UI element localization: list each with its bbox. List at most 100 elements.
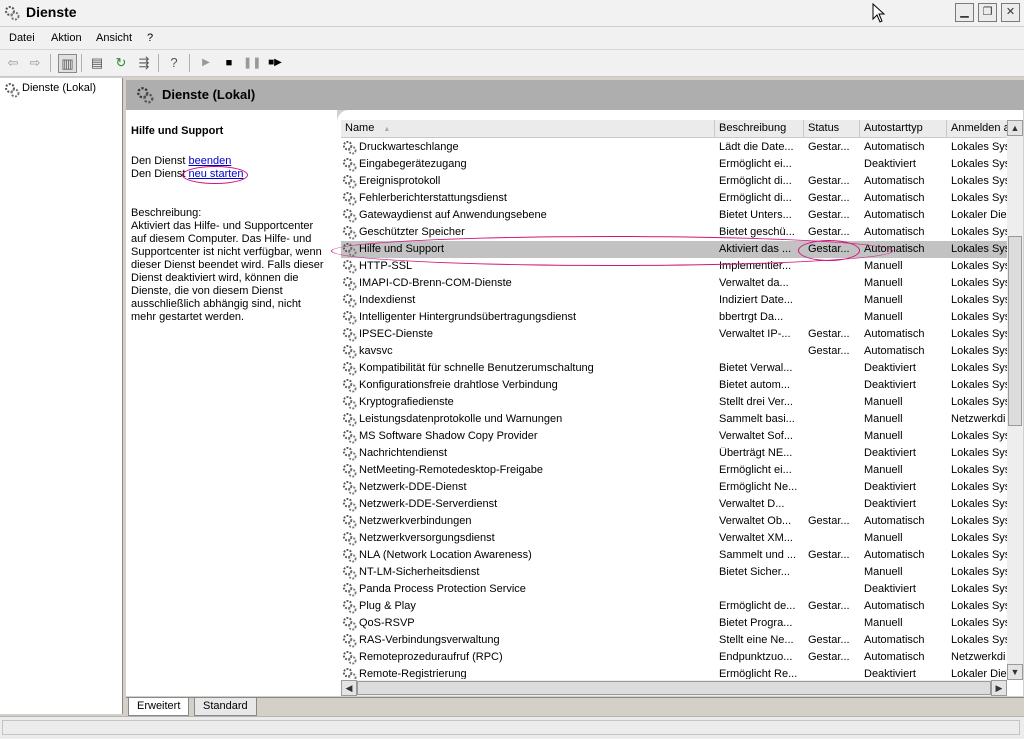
export-list-icon[interactable]: ⇶ — [135, 54, 153, 72]
table-row[interactable]: HTTP-SSL Implementier... Manuell Lokales Sy… — [341, 258, 1007, 275]
service-status: Gestar... — [808, 141, 850, 153]
service-startup-type: Automatisch — [864, 634, 925, 646]
table-row[interactable]: Remoteprozeduraufruf (RPC) Endpunktzuo...… — [341, 649, 1007, 666]
gear-icon — [342, 191, 357, 206]
menu-aktion[interactable]: Aktion — [51, 32, 82, 44]
horizontal-scrollbar[interactable]: ◀ ▶ — [341, 680, 1007, 696]
service-logon: Lokales Sys — [951, 141, 1007, 153]
column-header-logon[interactable]: Anmelden a — [947, 120, 1007, 137]
table-row[interactable]: Nachrichtendienst Überträgt NE... Deaktivi… — [341, 445, 1007, 462]
refresh-icon[interactable]: ↻ — [112, 54, 130, 72]
restart-icon[interactable]: ■▶ — [266, 54, 284, 72]
table-row[interactable]: kavsvc Gestar... Automatisch Lokales Sys — [341, 343, 1007, 360]
vertical-scrollbar[interactable]: ▲ ▼ — [1007, 120, 1023, 680]
menu-ansicht[interactable]: Ansicht — [96, 32, 132, 44]
restart-service-line: Den Dienst neu starten — [131, 168, 244, 180]
description-text: Aktiviert das Hilfe- und Supportcenter a… — [131, 220, 324, 323]
table-row[interactable]: MS Software Shadow Copy Provider Verwalte… — [341, 428, 1007, 445]
close-button[interactable]: ✕ — [1001, 3, 1020, 22]
stop-service-line: Den Dienst beenden — [131, 155, 231, 167]
tree-item-dienste-lokal[interactable]: Dienste (Lokal) — [22, 82, 96, 94]
restart-service-link[interactable]: neu starten — [188, 168, 243, 180]
scroll-right-arrow-icon[interactable]: ▶ — [991, 680, 1007, 696]
table-row[interactable]: Netzwerkverbindungen Verwaltet Ob... Gesta… — [341, 513, 1007, 530]
restore-button[interactable]: ❐ — [978, 3, 997, 22]
service-logon: Lokales Sys — [951, 634, 1007, 646]
pause-icon[interactable]: ❚❚ — [243, 54, 261, 72]
table-row[interactable]: IPSEC-Dienste Verwaltet IP-... Gestar... Au… — [341, 326, 1007, 343]
service-description: Ermöglicht ei... — [719, 464, 792, 476]
table-row[interactable]: Konfigurationsfreie drahtlose Verbindung… — [341, 377, 1007, 394]
table-row[interactable]: Ereignisprotokoll Ermöglicht di... Gestar.… — [341, 173, 1007, 190]
service-startup-type: Automatisch — [864, 192, 925, 204]
table-row[interactable]: NLA (Network Location Awareness) Sammelt … — [341, 547, 1007, 564]
service-startup-type: Automatisch — [864, 209, 925, 221]
table-row[interactable]: Kryptografiedienste Stellt drei Ver... Man… — [341, 394, 1007, 411]
table-row[interactable]: NetMeeting-Remotedesktop-Freigabe Ermögli… — [341, 462, 1007, 479]
column-header-status[interactable]: Status — [804, 120, 860, 137]
table-row[interactable]: Eingabegerätezugang Ermöglicht ei... Deakt… — [341, 156, 1007, 173]
properties-icon[interactable]: ▤ — [88, 54, 106, 72]
service-description: Implementier... — [719, 260, 792, 272]
table-row[interactable]: Gatewaydienst auf Anwendungsebene Bietet … — [341, 207, 1007, 224]
table-row[interactable]: Geschützter Speicher Bietet geschü... Gest… — [341, 224, 1007, 241]
column-header-startup-type[interactable]: Autostarttyp — [860, 120, 947, 137]
service-logon: Lokales Sys — [951, 192, 1007, 204]
gear-icon — [342, 616, 357, 631]
table-row[interactable]: IMAPI-CD-Brenn-COM-Dienste Verwaltet da..… — [341, 275, 1007, 292]
tab-standard[interactable]: Standard — [194, 698, 257, 716]
table-row[interactable]: Netzwerk-DDE-Dienst Ermöglicht Ne... Deakt… — [341, 479, 1007, 496]
horizontal-scroll-thumb[interactable] — [357, 681, 991, 695]
gear-icon — [342, 650, 357, 665]
table-row[interactable]: Indexdienst Indiziert Date... Manuell Lokal… — [341, 292, 1007, 309]
help-icon[interactable]: ? — [165, 54, 183, 72]
scroll-up-arrow-icon[interactable]: ▲ — [1007, 120, 1023, 136]
service-description: Bietet autom... — [719, 379, 790, 391]
column-header-description[interactable]: Beschreibung — [715, 120, 804, 137]
table-row[interactable]: Netzwerk-DDE-Serverdienst Verwaltet D... D… — [341, 496, 1007, 513]
service-logon: Lokales Sys — [951, 617, 1007, 629]
minimize-button[interactable]: ▁ — [955, 3, 974, 22]
table-row[interactable]: Druckwarteschlange Lädt die Date... Gestar… — [341, 139, 1007, 156]
service-startup-type: Automatisch — [864, 345, 925, 357]
show-tree-icon[interactable]: ▥ — [58, 54, 77, 73]
table-row[interactable]: Kompatibilität für schnelle Benutzerumsc… — [341, 360, 1007, 377]
menu-bar: Datei Aktion Ansicht ? — [0, 27, 1024, 50]
service-status: Gestar... — [808, 600, 850, 612]
service-description: Aktiviert das ... — [719, 243, 792, 255]
back-arrow-icon[interactable]: ⇦ — [4, 54, 22, 72]
service-description: Ermöglicht de... — [719, 600, 796, 612]
menu-datei[interactable]: Datei — [9, 32, 35, 44]
table-row[interactable]: Netzwerkversorgungsdienst Verwaltet XM...… — [341, 530, 1007, 547]
forward-arrow-icon[interactable]: ⇨ — [26, 54, 44, 72]
table-row[interactable]: Fehlerberichterstattungsdienst Ermöglicht… — [341, 190, 1007, 207]
stop-icon[interactable]: ■ — [220, 54, 238, 72]
column-header-name[interactable]: Name ▲ — [341, 120, 715, 137]
service-name: Konfigurationsfreie drahtlose Verbindung — [359, 379, 558, 391]
scroll-left-arrow-icon[interactable]: ◀ — [341, 680, 357, 696]
service-name: NLA (Network Location Awareness) — [359, 549, 532, 561]
service-startup-type: Manuell — [864, 617, 903, 629]
gear-icon — [342, 667, 357, 679]
menu-help[interactable]: ? — [147, 32, 153, 44]
table-row[interactable]: Panda Process Protection Service Deaktivi… — [341, 581, 1007, 598]
table-row[interactable]: Hilfe und Support Aktiviert das ... Gestar… — [341, 241, 1007, 258]
service-description: Verwaltet D... — [719, 498, 785, 510]
sort-arrow-icon: ▲ — [383, 126, 391, 133]
toolbar-separator — [81, 54, 82, 72]
table-row[interactable]: Remote-Registrierung Ermöglicht Re... Deak… — [341, 666, 1007, 679]
table-row[interactable]: Plug & Play Ermöglicht de... Gestar... Auto… — [341, 598, 1007, 615]
play-icon[interactable]: ▶ — [197, 54, 215, 72]
service-logon: Lokales Sys — [951, 515, 1007, 527]
table-row[interactable]: QoS-RSVP Bietet Progra... Manuell Lokales S… — [341, 615, 1007, 632]
stop-service-link[interactable]: beenden — [188, 155, 231, 167]
table-row[interactable]: Intelligenter Hintergrundsübertragungsdi… — [341, 309, 1007, 326]
tab-erweitert[interactable]: Erweitert — [128, 698, 190, 716]
vertical-scroll-thumb[interactable] — [1008, 236, 1022, 426]
table-row[interactable]: NT-LM-Sicherheitsdienst Bietet Sicher... M… — [341, 564, 1007, 581]
service-startup-type: Manuell — [864, 430, 903, 442]
table-row[interactable]: RAS-Verbindungsverwaltung Stellt eine Ne.… — [341, 632, 1007, 649]
scroll-down-arrow-icon[interactable]: ▼ — [1007, 664, 1023, 680]
service-startup-type: Manuell — [864, 566, 903, 578]
table-row[interactable]: Leistungsdatenprotokolle und Warnungen Sa… — [341, 411, 1007, 428]
